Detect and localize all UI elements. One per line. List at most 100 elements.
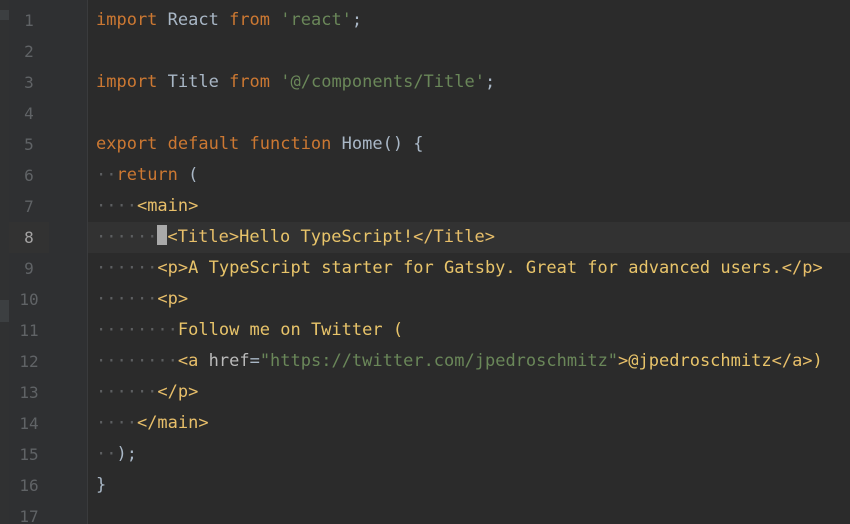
line-number[interactable]: 8: [9, 222, 49, 253]
code-token: Home() {: [341, 134, 424, 154]
indent-whitespace: ······: [96, 382, 158, 402]
indent-whitespace: ······: [96, 289, 158, 309]
line-number[interactable]: 14: [9, 408, 49, 439]
code-token: Follow me on Twitter (: [177, 320, 404, 340]
code-token: ;: [351, 10, 363, 30]
code-token: <Title>: [167, 227, 240, 247]
code-line-text: ······ <Title>Hello TypeScript!</Title>: [96, 222, 495, 253]
code-token: React: [167, 10, 230, 30]
code-line[interactable]: ··);: [88, 439, 850, 470]
line-number[interactable]: 3: [9, 67, 49, 98]
code-line[interactable]: ······</p>: [88, 377, 850, 408]
code-token: <main>: [136, 196, 199, 216]
code-token: return: [116, 165, 189, 185]
strip-marker: [0, 10, 9, 20]
code-line[interactable]: ··return (: [88, 160, 850, 191]
code-token: >: [618, 351, 629, 371]
code-line[interactable]: }: [88, 470, 850, 501]
code-line-text: ····<main>: [96, 191, 198, 222]
code-token: );: [116, 444, 137, 464]
code-token: </a>: [771, 351, 813, 371]
code-token: ;: [484, 72, 496, 92]
code-token: <p>: [157, 258, 189, 278]
code-token: '@/components/Title': [280, 72, 485, 92]
line-number[interactable]: 6: [9, 160, 49, 191]
line-number[interactable]: 16: [9, 470, 49, 501]
code-token: "https://twitter.com/jpedroschmitz": [259, 351, 619, 371]
code-line[interactable]: ····<main>: [88, 191, 850, 222]
code-token: Hello TypeScript!: [239, 227, 414, 247]
code-token: (: [188, 165, 199, 185]
code-line[interactable]: ······<p>A TypeScript starter for Gatsby…: [88, 253, 850, 284]
code-line-text: ······</p>: [96, 377, 198, 408]
line-number[interactable]: 17: [9, 501, 49, 524]
indent-whitespace: ········: [96, 320, 178, 340]
code-token: from: [229, 72, 281, 92]
indent-whitespace: ····: [96, 196, 137, 216]
code-line-text: ······<p>: [96, 284, 188, 315]
code-token: </main>: [136, 413, 209, 433]
code-line[interactable]: [88, 501, 850, 524]
code-line-text: ··return (: [96, 160, 198, 191]
code-token: </p>: [157, 382, 199, 402]
indent-whitespace: ··: [96, 165, 117, 185]
code-line[interactable]: ······ <Title>Hello TypeScript!</Title>: [88, 222, 850, 253]
code-token: ): [812, 351, 823, 371]
indent-whitespace: ····: [96, 413, 137, 433]
line-number[interactable]: 4: [9, 98, 49, 129]
line-number[interactable]: 2: [9, 36, 49, 67]
indent-whitespace: ······: [96, 258, 158, 278]
code-token: <a: [177, 351, 209, 371]
code-line-text: ········Follow me on Twitter (: [96, 315, 403, 346]
line-number[interactable]: 9: [9, 253, 49, 284]
line-number[interactable]: 10: [9, 284, 49, 315]
code-line-text: ······<p>A TypeScript starter for Gatsby…: [96, 253, 823, 284]
code-line-text: ··);: [96, 439, 137, 470]
line-number[interactable]: 1: [9, 5, 49, 36]
code-token: import: [96, 72, 168, 92]
code-token: 'react': [280, 10, 352, 30]
code-line-text: export default function Home() {: [96, 129, 424, 160]
line-number[interactable]: 15: [9, 439, 49, 470]
code-line[interactable]: export default function Home() {: [88, 129, 850, 160]
code-token: href: [208, 351, 250, 371]
line-number[interactable]: 12: [9, 346, 49, 377]
code-token: <p>: [157, 289, 189, 309]
indent-whitespace: ······: [96, 227, 158, 247]
text-cursor: [157, 225, 168, 245]
code-token: </p>: [781, 258, 823, 278]
code-line-text: import Title from '@/components/Title';: [96, 67, 495, 98]
code-token: @jpedroschmitz: [628, 351, 772, 371]
code-line[interactable]: ········Follow me on Twitter (: [88, 315, 850, 346]
code-token: Title: [167, 72, 230, 92]
code-line[interactable]: [88, 98, 850, 129]
code-line-text: ········<a href="https://twitter.com/jpe…: [96, 346, 823, 377]
strip-marker: [0, 300, 9, 322]
code-token: A TypeScript starter for Gatsby. Great f…: [188, 258, 782, 278]
line-number[interactable]: 11: [9, 315, 49, 346]
indent-whitespace: ········: [96, 351, 178, 371]
code-token: </Title>: [413, 227, 495, 247]
code-line[interactable]: import Title from '@/components/Title';: [88, 67, 850, 98]
code-line[interactable]: ········<a href="https://twitter.com/jpe…: [88, 346, 850, 377]
code-editor[interactable]: 1 2 3 4 5 6 7 8 9 10 11 12 13 14 15 16 17 import React f…: [0, 0, 850, 524]
code-token: =: [249, 351, 260, 371]
code-line[interactable]: [88, 36, 850, 67]
code-token: from: [229, 10, 281, 30]
code-line[interactable]: import React from 'react';: [88, 5, 850, 36]
code-token: }: [96, 475, 107, 495]
indent-whitespace: ··: [96, 444, 117, 464]
line-number[interactable]: 5: [9, 129, 49, 160]
code-line-text: import React from 'react';: [96, 5, 362, 36]
code-area[interactable]: import React from 'react'; import Title f…: [88, 0, 850, 524]
code-line-text: }: [96, 470, 106, 501]
code-line[interactable]: ····</main>: [88, 408, 850, 439]
line-number-gutter[interactable]: 1 2 3 4 5 6 7 8 9 10 11 12 13 14 15 16 17: [9, 0, 88, 524]
code-token: export default function: [96, 134, 342, 154]
line-number[interactable]: 13: [9, 377, 49, 408]
tool-window-strip: [0, 0, 9, 524]
line-number[interactable]: 7: [9, 191, 49, 222]
code-token: import: [96, 10, 168, 30]
code-line-text: ····</main>: [96, 408, 209, 439]
code-line[interactable]: ······<p>: [88, 284, 850, 315]
